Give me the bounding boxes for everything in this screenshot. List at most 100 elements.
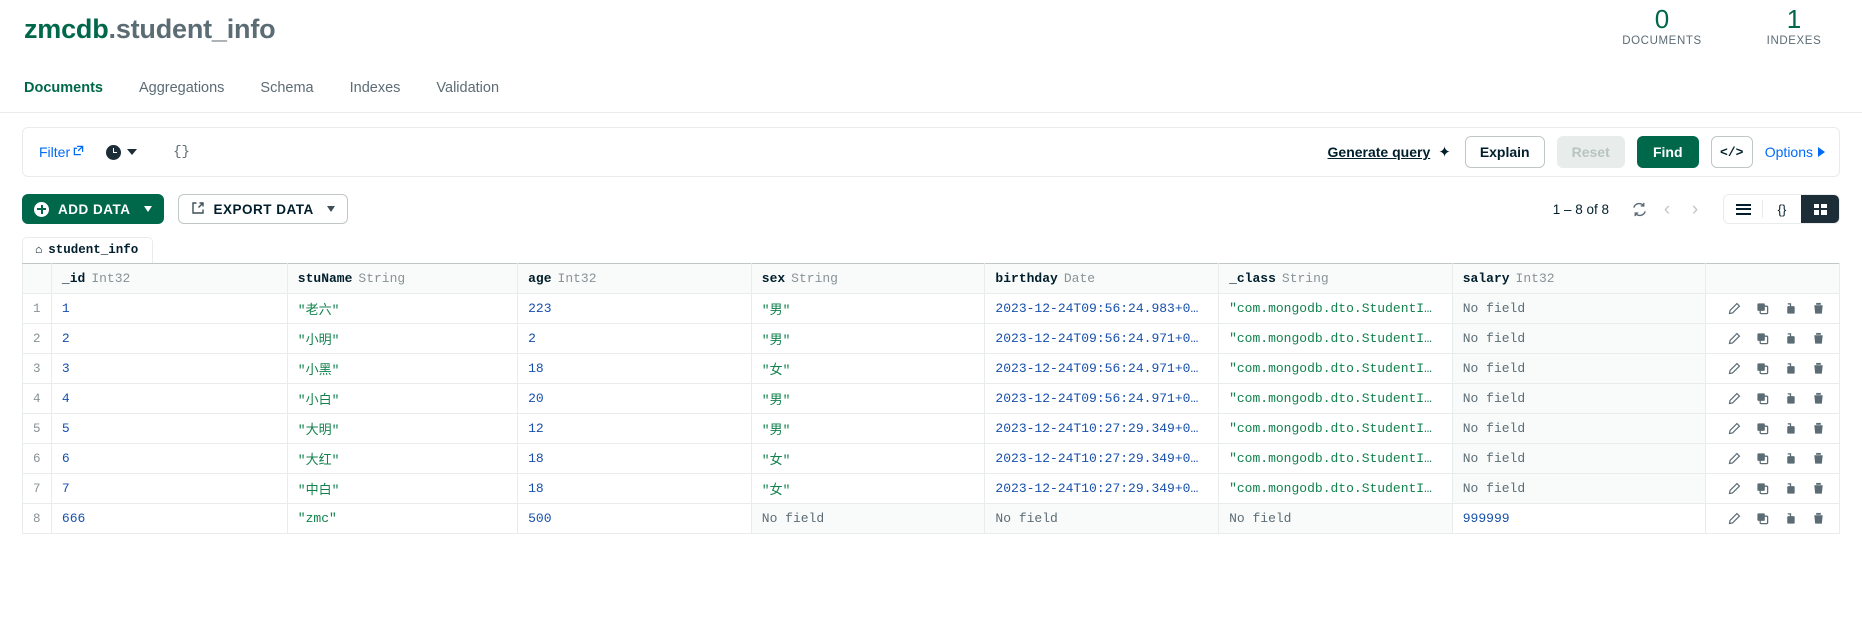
cell-age[interactable]: 20: [517, 383, 752, 414]
cell-stuName[interactable]: "大明": [286, 413, 519, 444]
table-row[interactable]: 5 5 "大明" 12 "男" 2023-12-24T10:27:29.349+0… "co…: [22, 413, 1840, 444]
cell-_id[interactable]: 5: [50, 413, 288, 444]
export-to-language-icon[interactable]: </>: [1710, 136, 1753, 168]
clone-document-icon[interactable]: [1784, 332, 1797, 345]
column-header-_id[interactable]: _id Int32: [50, 263, 288, 294]
next-page-button[interactable]: ›: [1681, 195, 1709, 223]
cell-_class[interactable]: "com.mongodb.dto.StudentI…: [1218, 293, 1453, 324]
tab-indexes[interactable]: Indexes: [350, 74, 423, 113]
cell-birthday[interactable]: 2023-12-24T09:56:24.983+0…: [984, 293, 1220, 324]
cell-age[interactable]: 12: [517, 413, 752, 444]
column-header-salary[interactable]: salary Int32: [1451, 263, 1707, 294]
reset-button[interactable]: Reset: [1556, 136, 1625, 168]
cell-_id[interactable]: 7: [50, 473, 288, 504]
copy-document-icon[interactable]: [1756, 302, 1769, 315]
cell-_id[interactable]: 1: [50, 293, 288, 324]
cell-sex[interactable]: "女": [750, 473, 986, 504]
cell-salary[interactable]: No field: [1451, 443, 1707, 474]
tab-documents[interactable]: Documents: [24, 74, 125, 113]
cell-salary[interactable]: No field: [1451, 383, 1707, 414]
cell-stuName[interactable]: "小白": [286, 383, 519, 414]
generate-query-link[interactable]: Generate query: [1328, 144, 1431, 160]
delete-document-icon[interactable]: [1812, 452, 1825, 465]
edit-document-icon[interactable]: [1728, 332, 1741, 345]
cell-sex[interactable]: No field: [750, 503, 986, 534]
edit-document-icon[interactable]: [1728, 452, 1741, 465]
add-data-button[interactable]: ADD DATA: [22, 194, 164, 224]
table-view-button[interactable]: [1801, 195, 1839, 223]
delete-document-icon[interactable]: [1812, 422, 1825, 435]
edit-document-icon[interactable]: [1728, 512, 1741, 525]
cell-stuName[interactable]: "小黑": [286, 353, 519, 384]
cell-age[interactable]: 18: [517, 443, 752, 474]
column-header-sex[interactable]: sex String: [750, 263, 986, 294]
cell-_class[interactable]: No field: [1218, 503, 1453, 534]
table-row[interactable]: 8 666 "zmc" 500 No field No field No field 9999…: [22, 503, 1840, 534]
options-toggle[interactable]: Options: [1765, 144, 1825, 160]
cell-_id[interactable]: 2: [50, 323, 288, 354]
copy-document-icon[interactable]: [1756, 332, 1769, 345]
delete-document-icon[interactable]: [1812, 302, 1825, 315]
cell-age[interactable]: 18: [517, 353, 752, 384]
copy-document-icon[interactable]: [1756, 392, 1769, 405]
cell-salary[interactable]: No field: [1451, 353, 1707, 384]
cell-stuName[interactable]: "老六": [286, 293, 519, 324]
breadcrumb[interactable]: ⌂ student_info: [22, 237, 154, 263]
cell-_class[interactable]: "com.mongodb.dto.StudentI…: [1218, 353, 1453, 384]
cell-birthday[interactable]: 2023-12-24T10:27:29.349+0…: [984, 473, 1220, 504]
cell-sex[interactable]: "男": [750, 293, 986, 324]
cell-_class[interactable]: "com.mongodb.dto.StudentI…: [1218, 383, 1453, 414]
cell-salary[interactable]: No field: [1451, 323, 1707, 354]
cell-birthday[interactable]: 2023-12-24T10:27:29.349+0…: [984, 413, 1220, 444]
cell-birthday[interactable]: 2023-12-24T10:27:29.349+0…: [984, 443, 1220, 474]
table-row[interactable]: 3 3 "小黑" 18 "女" 2023-12-24T09:56:24.971+0… "co…: [22, 353, 1840, 384]
cell-_id[interactable]: 666: [50, 503, 288, 534]
column-header-stuName[interactable]: stuName String: [286, 263, 519, 294]
delete-document-icon[interactable]: [1812, 332, 1825, 345]
json-view-button[interactable]: {}: [1763, 195, 1801, 223]
delete-document-icon[interactable]: [1812, 512, 1825, 525]
cell-birthday[interactable]: 2023-12-24T09:56:24.971+0…: [984, 323, 1220, 354]
copy-document-icon[interactable]: [1756, 512, 1769, 525]
previous-page-button[interactable]: ‹: [1653, 195, 1681, 223]
cell-_class[interactable]: "com.mongodb.dto.StudentI…: [1218, 323, 1453, 354]
cell-sex[interactable]: "男": [750, 383, 986, 414]
filter-input[interactable]: {}: [173, 144, 190, 160]
copy-document-icon[interactable]: [1756, 482, 1769, 495]
edit-document-icon[interactable]: [1728, 482, 1741, 495]
copy-document-icon[interactable]: [1756, 422, 1769, 435]
clone-document-icon[interactable]: [1784, 362, 1797, 375]
cell-_class[interactable]: "com.mongodb.dto.StudentI…: [1218, 443, 1453, 474]
cell-salary[interactable]: No field: [1451, 473, 1707, 504]
table-row[interactable]: 1 1 "老六" 223 "男" 2023-12-24T09:56:24.983+0… "c…: [22, 293, 1840, 324]
tab-validation[interactable]: Validation: [436, 74, 521, 113]
cell-_id[interactable]: 3: [50, 353, 288, 384]
column-header-_class[interactable]: _class String: [1218, 263, 1453, 294]
edit-document-icon[interactable]: [1728, 392, 1741, 405]
copy-document-icon[interactable]: [1756, 452, 1769, 465]
cell-sex[interactable]: "男": [750, 323, 986, 354]
cell-sex[interactable]: "男": [750, 413, 986, 444]
edit-document-icon[interactable]: [1728, 422, 1741, 435]
tab-aggregations[interactable]: Aggregations: [139, 74, 246, 113]
export-data-button[interactable]: EXPORT DATA: [177, 194, 348, 224]
table-row[interactable]: 2 2 "小明" 2 "男" 2023-12-24T09:56:24.971+0… "com…: [22, 323, 1840, 354]
edit-document-icon[interactable]: [1728, 362, 1741, 375]
cell-birthday[interactable]: 2023-12-24T09:56:24.971+0…: [984, 353, 1220, 384]
cell-_id[interactable]: 6: [50, 443, 288, 474]
delete-document-icon[interactable]: [1812, 362, 1825, 375]
cell-stuName[interactable]: "小明": [286, 323, 519, 354]
cell-age[interactable]: 500: [517, 503, 752, 534]
cell-age[interactable]: 2: [517, 323, 752, 354]
clone-document-icon[interactable]: [1784, 482, 1797, 495]
list-view-button[interactable]: [1724, 195, 1762, 223]
cell-age[interactable]: 18: [517, 473, 752, 504]
cell-salary[interactable]: No field: [1451, 293, 1707, 324]
table-row[interactable]: 4 4 "小白" 20 "男" 2023-12-24T09:56:24.971+0… "co…: [22, 383, 1840, 414]
cell-salary[interactable]: No field: [1451, 413, 1707, 444]
clone-document-icon[interactable]: [1784, 302, 1797, 315]
cell-sex[interactable]: "女": [750, 443, 986, 474]
cell-age[interactable]: 223: [517, 293, 752, 324]
delete-document-icon[interactable]: [1812, 482, 1825, 495]
delete-document-icon[interactable]: [1812, 392, 1825, 405]
